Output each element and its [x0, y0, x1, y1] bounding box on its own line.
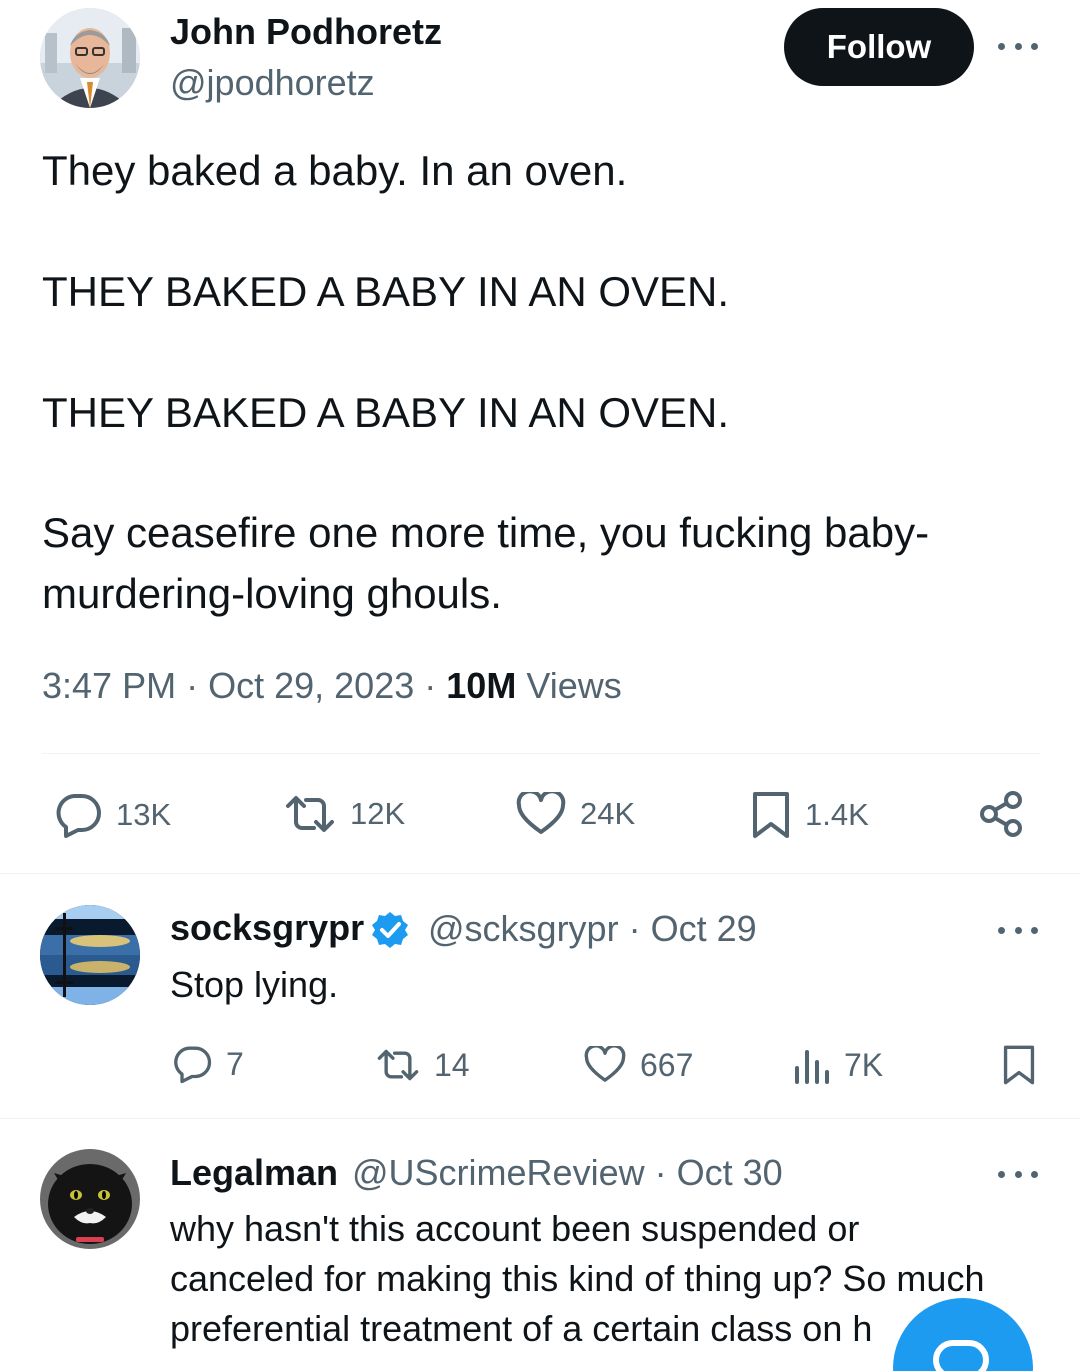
reply-button[interactable]: 7	[172, 1044, 244, 1084]
tweet-line-3: THEY BAKED A BABY IN AN OVEN.	[42, 389, 730, 436]
views-count: 10M	[446, 665, 517, 706]
bookmark-count: 1.4K	[805, 797, 869, 832]
like-count: 24K	[580, 796, 636, 831]
reply-author-name-text: socksgrypr	[170, 907, 365, 948]
reply-author-name[interactable]: Legalman	[170, 1152, 338, 1194]
reply-author-handle[interactable]: @UScrimeReview	[352, 1152, 645, 1193]
like-button[interactable]: 667	[584, 1046, 693, 1084]
tweet-line-4: Say ceasefire one more time, you fucking…	[42, 509, 930, 556]
divider	[0, 1118, 1080, 1119]
like-button[interactable]: 24K	[516, 792, 635, 836]
reply-button[interactable]: 13K	[54, 792, 171, 838]
author-avatar[interactable]	[40, 8, 140, 108]
repost-button[interactable]: 12K	[284, 792, 405, 836]
reply-text-line-3: preferential treatment of a certain clas…	[170, 1308, 873, 1349]
share-icon	[980, 791, 1022, 837]
more-icon[interactable]	[998, 36, 1038, 56]
views-label: Views	[526, 665, 622, 706]
tweet-line-5: murdering-loving ghouls.	[42, 570, 502, 617]
meta-separator: ·	[186, 665, 199, 706]
repost-count: 12K	[350, 796, 406, 831]
bookmark-icon	[1003, 1045, 1035, 1085]
like-count: 667	[640, 1046, 694, 1083]
follow-button[interactable]: Follow	[784, 8, 974, 86]
more-icon[interactable]	[998, 920, 1038, 940]
reply-author-handle[interactable]: @scksgrypr	[428, 908, 619, 949]
reply-icon	[174, 1046, 212, 1084]
reply-icon	[56, 794, 101, 838]
reply-count: 7	[226, 1045, 244, 1082]
repost-icon	[377, 1049, 419, 1081]
meta-separator: ·	[654, 1152, 667, 1193]
share-button[interactable]	[978, 790, 1024, 838]
reply-meta: @scksgrypr · Oct 29	[428, 908, 757, 950]
views-button[interactable]: 7K	[794, 1046, 883, 1084]
like-icon	[584, 1046, 626, 1082]
more-icon[interactable]	[998, 1164, 1038, 1184]
meta-separator: ·	[628, 908, 641, 949]
divider	[0, 873, 1080, 874]
bookmark-icon	[753, 792, 789, 838]
reply-text-line-2: canceled for making this kind of thing u…	[170, 1258, 985, 1299]
like-icon	[516, 792, 566, 834]
compose-button[interactable]	[893, 1298, 1033, 1371]
reply-text: Stop lying.	[170, 964, 339, 1005]
reply-text-line-1: why hasn't this account been suspended o…	[170, 1208, 860, 1249]
reply-date[interactable]: Oct 29	[651, 908, 757, 949]
reply-count: 13K	[116, 797, 172, 832]
tweet-date[interactable]: Oct 29, 2023	[208, 665, 414, 706]
author-name[interactable]: John Podhoretz	[170, 11, 442, 53]
meta-separator: ·	[424, 665, 437, 706]
compose-icon	[933, 1340, 989, 1371]
views-count: 7K	[844, 1046, 884, 1083]
reply-avatar[interactable]	[40, 905, 140, 1005]
tweet-line-2: THEY BAKED A BABY IN AN OVEN.	[42, 268, 730, 315]
verified-badge-icon	[372, 912, 409, 949]
author-handle[interactable]: @jpodhoretz	[170, 62, 375, 104]
repost-count: 14	[434, 1046, 470, 1083]
tweet-time[interactable]: 3:47 PM	[42, 665, 176, 706]
reply-author-name[interactable]: socksgrypr	[170, 907, 410, 950]
reply-date[interactable]: Oct 30	[677, 1152, 783, 1193]
views-icon	[795, 1050, 829, 1084]
repost-button[interactable]: 14	[376, 1046, 470, 1084]
tweet-meta: 3:47 PM · Oct 29, 2023 · 10M Views	[42, 665, 622, 707]
bookmark-button[interactable]	[1002, 1044, 1036, 1086]
reply-meta: @UScrimeReview · Oct 30	[352, 1152, 783, 1194]
reply-avatar[interactable]	[40, 1149, 140, 1249]
repost-icon	[286, 796, 334, 832]
bookmark-button[interactable]: 1.4K	[751, 790, 869, 840]
divider	[42, 753, 1040, 754]
tweet-line-1: They baked a baby. In an oven.	[42, 147, 628, 194]
